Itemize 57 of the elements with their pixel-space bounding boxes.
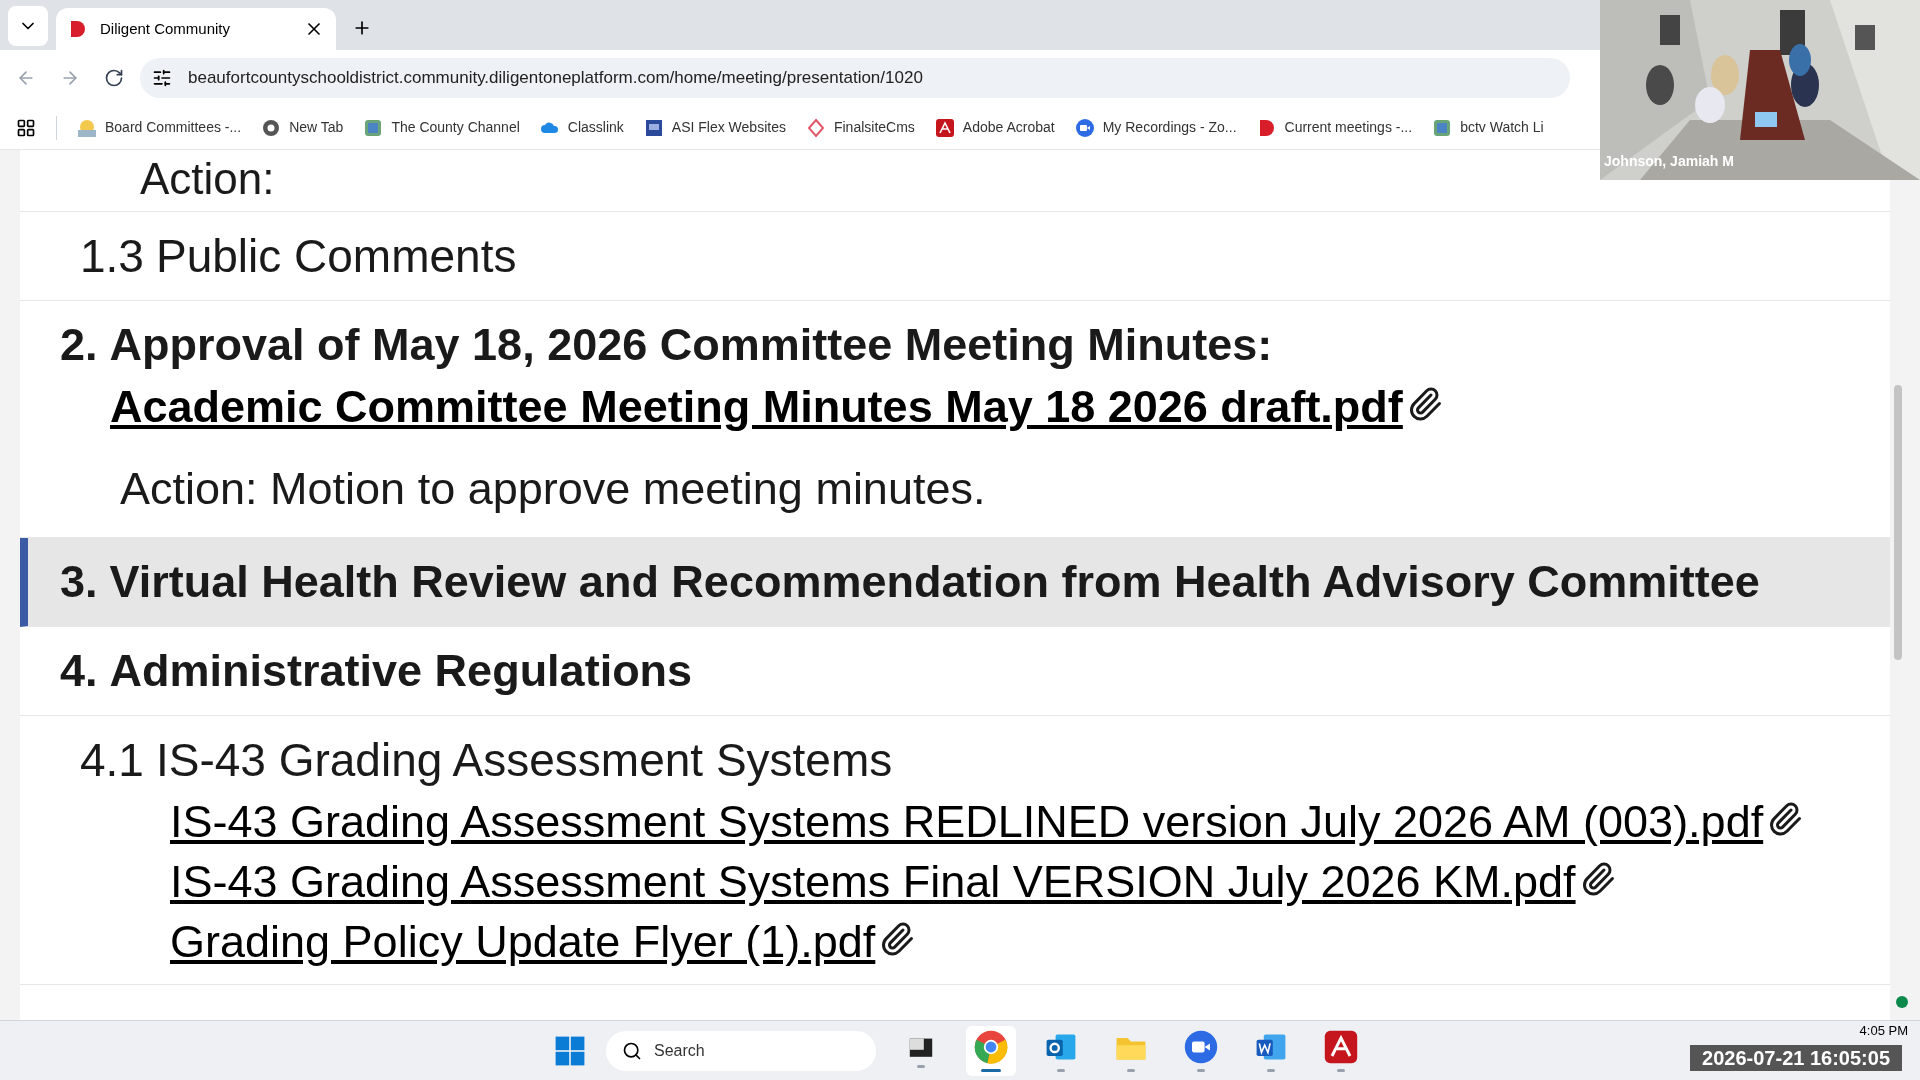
action-text: Action: Motion to approve meeting minutes. — [119, 462, 987, 516]
tile-icon — [363, 117, 384, 138]
agenda-item[interactable]: 4. Administrative Regulations — [20, 627, 1890, 716]
attachment-icon — [1767, 801, 1804, 837]
action-text: Action: — [140, 155, 275, 203]
apps-icon[interactable] — [16, 117, 36, 138]
search-icon — [622, 1040, 642, 1061]
video-app-icon — [1183, 1029, 1219, 1065]
document-link[interactable]: Grading Policy Update Flyer (1).pdf — [170, 916, 876, 967]
bookmark[interactable]: Current meetings -... — [1256, 117, 1413, 138]
item-title: Public Comments — [155, 229, 517, 284]
url-text: beaufortcountyschooldistrict.community.diligentoneplatform.com/home/meeting/presentation/1020 — [188, 67, 923, 90]
globe-icon — [261, 117, 282, 138]
start-icon[interactable] — [554, 1034, 586, 1067]
browser-tab[interactable]: Diligent Community — [56, 8, 336, 50]
reload-icon[interactable] — [104, 68, 124, 88]
bookmark[interactable]: ASI Flex Websites — [643, 117, 786, 138]
tile-icon — [1432, 117, 1453, 138]
sun-icon — [77, 117, 97, 138]
agenda-item[interactable]: 3. Virtual Health Review and Recommendation from Health Advisory Committee — [20, 538, 1890, 627]
scrollbar-thumb[interactable] — [1894, 385, 1902, 660]
bookmark[interactable]: Classlink — [539, 117, 624, 138]
participant-name: Johnson, Jamiah M — [1604, 152, 1734, 171]
bookmark[interactable]: bctv Watch Li — [1432, 117, 1544, 138]
item-title: Administrative Regulations — [109, 644, 693, 698]
bookmark[interactable]: Adobe Acrobat — [934, 117, 1055, 138]
document-link[interactable]: IS-43 Grading Assessment Systems REDLINED version July 2026 AM (003).pdf — [170, 796, 1764, 847]
item-title: Virtual Health Review and Recommendation from Health Advisory Committee — [109, 555, 1760, 609]
address-bar[interactable]: beaufortcountyschooldistrict.community.diligentoneplatform.com/home/meeting/presentation/1020 — [140, 58, 1570, 98]
attachment-icon — [879, 921, 916, 957]
item-number: 3. — [60, 555, 98, 609]
item-number: 2. — [60, 318, 98, 372]
document-link[interactable]: Academic Committee Meeting Minutes May 18 2026 draft.pdf — [110, 381, 1403, 432]
search-field[interactable]: Search — [606, 1030, 876, 1071]
document-link[interactable]: IS-43 Grading Assessment Systems Final VERSION July 2026 KM.pdf — [170, 856, 1576, 907]
diamond-icon — [805, 117, 826, 138]
item-number: 4.1 — [80, 733, 144, 788]
tab-title: Diligent Community — [100, 18, 232, 39]
item-title: Approval of May 18, 2026 Committee Meeting Minutes: — [109, 318, 1273, 372]
site-settings-icon — [152, 68, 172, 88]
bookmark[interactable]: The County Channel — [363, 117, 520, 138]
timestamp-overlay: 2026-07-21 16:05:05 — [1690, 1045, 1902, 1071]
item-number: 4. — [60, 644, 98, 698]
pdf-icon — [1323, 1029, 1359, 1065]
item-title: IS-43 Grading Assessment Systems — [155, 733, 893, 788]
item-number: 1.3 — [80, 229, 144, 284]
pdf-icon — [934, 117, 955, 138]
bookmark[interactable]: My Recordings - Zo... — [1074, 117, 1237, 138]
video-app-icon — [1074, 117, 1095, 138]
globe-icon — [973, 1029, 1009, 1065]
clock: 4:05 PM — [1859, 1023, 1908, 1039]
bookmark[interactable]: Board Committees -... — [77, 117, 242, 138]
d-logo-icon — [68, 19, 88, 39]
logo-icon — [643, 117, 664, 138]
bookmark[interactable]: FinalsiteCms — [805, 117, 915, 138]
bookmark[interactable]: New Tab — [261, 117, 344, 138]
agenda-item[interactable]: 1.3 Public Comments — [20, 212, 1890, 301]
